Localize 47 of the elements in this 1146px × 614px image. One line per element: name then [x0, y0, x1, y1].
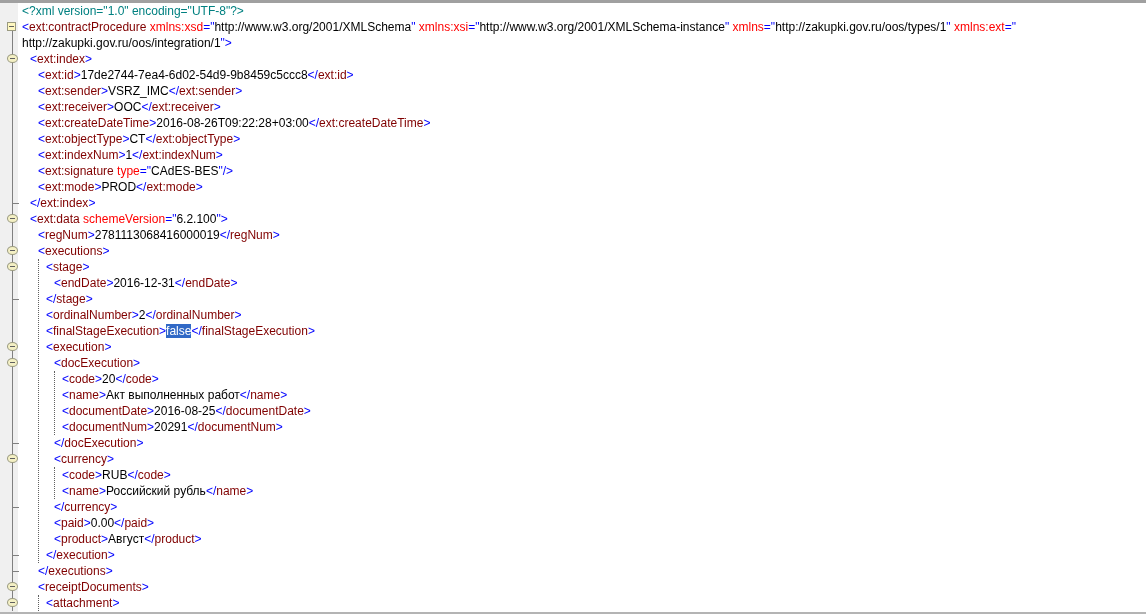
code-line: </execution> [45, 547, 115, 563]
code-line: <documentNum>20291</documentNum> [61, 419, 283, 435]
code-line: <docExecution> [53, 355, 141, 371]
collapse-icon[interactable] [7, 54, 18, 63]
code-line: <ext:indexNum>1</ext:indexNum> [37, 147, 223, 163]
collapse-icon[interactable] [7, 262, 18, 271]
code-line: <ext:createDateTime>2016-08-26T09:22:28+03:00</ext:createDateTime> [37, 115, 431, 131]
code-line: <ext:signature type="CAdES-BES"/> [37, 163, 234, 179]
collapse-icon[interactable] [7, 246, 18, 255]
code-line: <ext:objectType>CT</ext:objectType> [37, 131, 241, 147]
code-line: </docExecution> [53, 435, 144, 451]
collapse-icon[interactable] [7, 358, 18, 367]
code-line: <regNum>2781113068416000019</regNum> [37, 227, 280, 243]
collapse-icon[interactable] [7, 342, 18, 351]
code-line: <ext:receiver>OOC</ext:receiver> [37, 99, 221, 115]
code-line: <ext:id>17de2744-7ea4-6d02-54d9-9b8459c5ccc8</ext:id> [37, 67, 354, 83]
code-line: <executions> [37, 243, 110, 259]
code-line: <name>Акт выполненных работ</name> [61, 387, 288, 403]
code-line: <name>Российский рубль</name> [61, 483, 254, 499]
collapse-icon[interactable] [7, 598, 18, 607]
collapse-icon[interactable] [7, 22, 16, 31]
code-line: <documentDate>2016-08-25</documentDate> [61, 403, 311, 419]
collapse-icon[interactable] [7, 454, 18, 463]
code-line: <stage> [45, 259, 90, 275]
code-line: <ext:index> [29, 51, 93, 67]
code-line: <paid>0.00</paid> [53, 515, 155, 531]
code-line: <currency> [53, 451, 115, 467]
code-line: <ext:contractProcedure xmlns:xsd="http://www.w3.org/2001/XMLSchema" xmlns:xsi="http://www.w3.org/2001/XMLSchema-instance" xmlns="http://zakupki.gov.ru/oos/types/1" xmlns:ext=" [21, 19, 1016, 35]
code-line: <ext:sender>VSRZ_IMC</ext:sender> [37, 83, 243, 99]
code-line: <execution> [45, 339, 112, 355]
code-line: <ordinalNumber>2</ordinalNumber> [45, 307, 242, 323]
collapse-icon[interactable] [7, 214, 18, 223]
collapse-icon[interactable] [7, 582, 18, 591]
code-line: <code>RUB</code> [61, 467, 171, 483]
code-line: <ext:data schemeVersion="6.2.100"> [29, 211, 228, 227]
code-line: <receiptDocuments> [37, 579, 149, 595]
code-line: </currency> [53, 499, 118, 515]
code-line: <?xml version="1.0" encoding="UTF-8"?> [21, 3, 244, 19]
code-line: <product>Август</product> [53, 531, 202, 547]
code-line: </executions> [37, 563, 113, 579]
code-line: <code>20</code> [61, 371, 159, 387]
code-line: <ext:mode>PROD</ext:mode> [37, 179, 203, 195]
code-line: http://zakupki.gov.ru/oos/integration/1"> [21, 35, 232, 51]
code-line: <endDate>2016-12-31</endDate> [53, 275, 238, 291]
code-line: <attachment> [45, 595, 120, 611]
code-line: </ext:index> [29, 195, 96, 211]
code-line: </stage> [45, 291, 93, 307]
